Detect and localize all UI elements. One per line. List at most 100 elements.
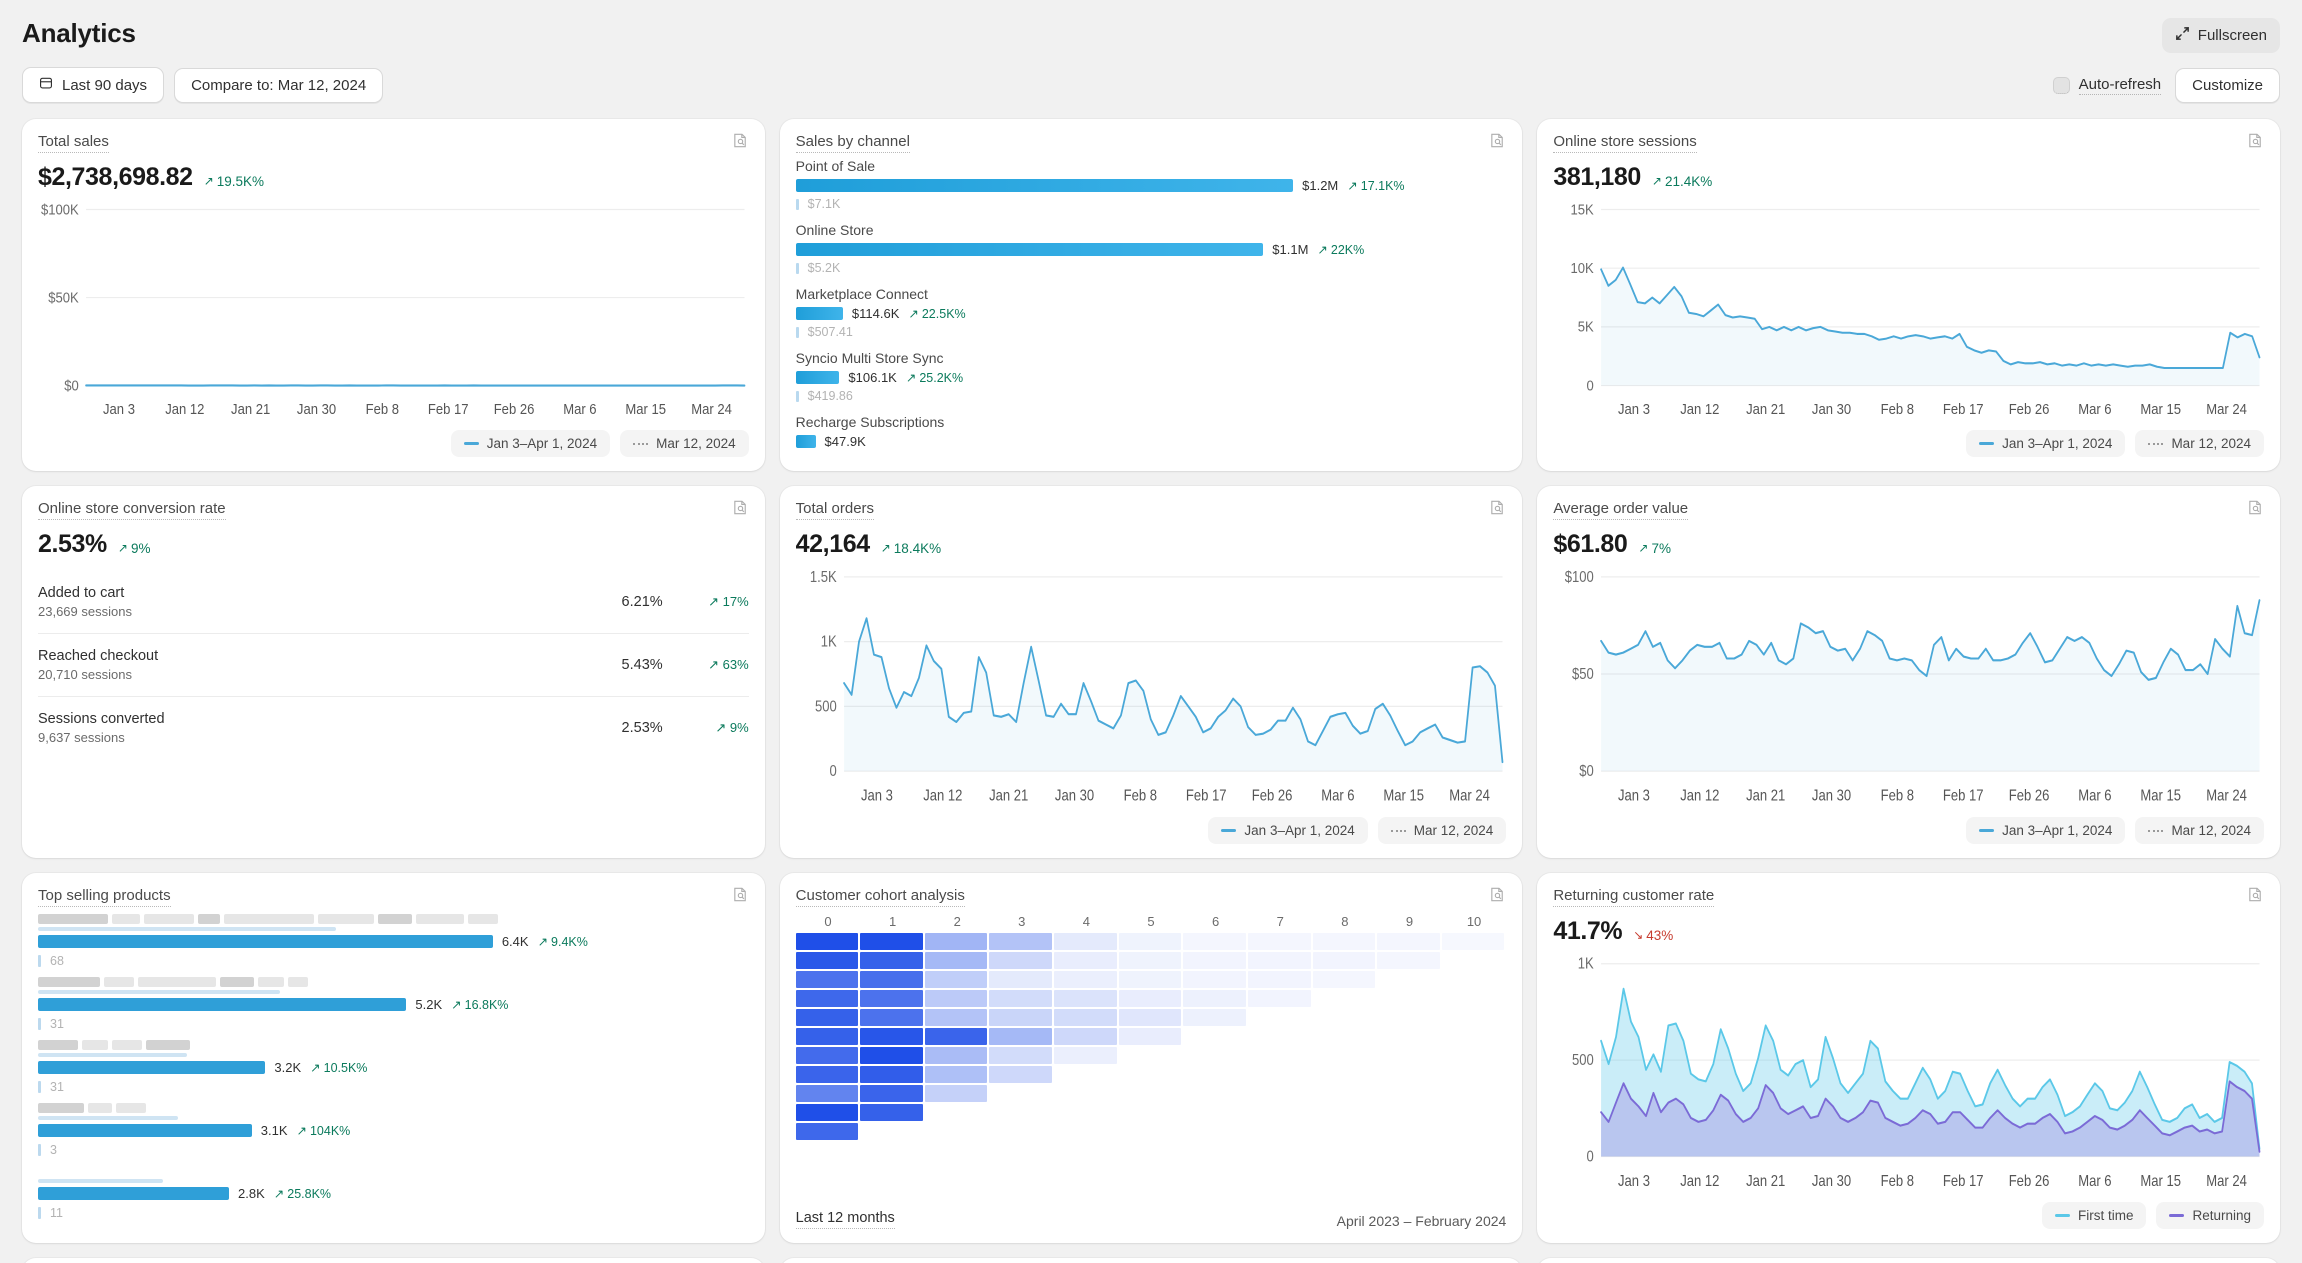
cohort-cell[interactable] <box>1247 952 1311 969</box>
cohort-cell[interactable] <box>1118 1009 1182 1026</box>
cohort-cell[interactable] <box>1183 952 1246 969</box>
cohort-cell[interactable] <box>989 1028 1053 1045</box>
cohort-cell[interactable] <box>795 1085 859 1102</box>
card-title[interactable]: Total sales <box>38 133 109 153</box>
auto-refresh-toggle[interactable]: Auto-refresh <box>2052 76 2162 95</box>
cohort-cell[interactable] <box>989 933 1053 950</box>
cohort-cell[interactable] <box>795 1066 859 1083</box>
card-title[interactable]: Returning customer rate <box>1553 887 1715 907</box>
cohort-cell[interactable] <box>795 1009 859 1026</box>
card-title[interactable]: Sales by channel <box>795 133 910 153</box>
cohort-cell[interactable] <box>924 1009 988 1026</box>
legend-first-time[interactable]: First time <box>2041 1202 2147 1229</box>
cohort-cell[interactable] <box>795 1104 859 1121</box>
cohort-cell[interactable] <box>1118 1028 1182 1045</box>
legend-primary[interactable]: Jan 3–Apr 1, 2024 <box>1966 430 2126 457</box>
cohort-cell[interactable] <box>1054 933 1117 950</box>
cohort-cell[interactable] <box>989 952 1053 969</box>
cohort-cell[interactable] <box>924 1047 988 1064</box>
cohort-cell[interactable] <box>860 1047 923 1064</box>
date-range-picker[interactable]: Last 90 days <box>22 67 165 103</box>
legend-compare[interactable]: Mar 12, 2024 <box>1377 817 1507 844</box>
legend-compare[interactable]: Mar 12, 2024 <box>2135 430 2264 457</box>
cohort-cell[interactable] <box>989 1009 1053 1026</box>
cohort-cell[interactable] <box>860 952 923 969</box>
view-report-icon[interactable] <box>2247 132 2264 154</box>
cohort-cell[interactable] <box>1312 933 1376 950</box>
cohort-cell[interactable] <box>1247 971 1311 988</box>
cohort-cell[interactable] <box>795 990 859 1007</box>
cohort-cell[interactable] <box>1247 990 1311 1007</box>
cohort-cell[interactable] <box>989 990 1053 1007</box>
view-report-icon[interactable] <box>1489 132 1506 154</box>
cohort-cell[interactable] <box>1118 971 1182 988</box>
cohort-cell[interactable] <box>1054 990 1117 1007</box>
view-report-icon[interactable] <box>732 132 749 154</box>
cohort-cell[interactable] <box>795 1028 859 1045</box>
view-report-icon[interactable] <box>732 886 749 908</box>
cohort-cell[interactable] <box>989 971 1053 988</box>
cohort-cell[interactable] <box>1183 971 1246 988</box>
cohort-cell[interactable] <box>924 1028 988 1045</box>
cohort-cell[interactable] <box>860 1066 923 1083</box>
cohort-cell[interactable] <box>795 1123 859 1140</box>
view-report-icon[interactable] <box>732 499 749 521</box>
cohort-cell[interactable] <box>1118 990 1182 1007</box>
cohort-cell[interactable] <box>924 952 988 969</box>
cohort-cell[interactable] <box>924 990 988 1007</box>
cohort-cell[interactable] <box>989 1066 1053 1083</box>
cohort-cell[interactable] <box>1312 952 1376 969</box>
cohort-cell[interactable] <box>1377 933 1440 950</box>
cohort-cell[interactable] <box>795 933 859 950</box>
cohort-cell[interactable] <box>1183 990 1246 1007</box>
legend-primary[interactable]: Jan 3–Apr 1, 2024 <box>1208 817 1368 844</box>
legend-primary[interactable]: Jan 3–Apr 1, 2024 <box>450 430 611 457</box>
card-title[interactable]: Total orders <box>795 500 875 520</box>
cohort-cell[interactable] <box>1054 971 1117 988</box>
cohort-cell[interactable] <box>1312 971 1376 988</box>
cohort-cell[interactable] <box>1118 933 1182 950</box>
card-title[interactable]: Customer cohort analysis <box>795 887 965 907</box>
legend-primary[interactable]: Jan 3–Apr 1, 2024 <box>1966 817 2126 844</box>
card-title[interactable]: Online store conversion rate <box>38 500 226 520</box>
view-report-icon[interactable] <box>2247 499 2264 521</box>
cohort-period-label[interactable]: Last 12 months <box>795 1210 895 1229</box>
legend-returning[interactable]: Returning <box>2156 1202 2264 1229</box>
cohort-cell[interactable] <box>924 1085 988 1102</box>
customize-button[interactable]: Customize <box>2175 67 2280 103</box>
cohort-cell[interactable] <box>860 933 923 950</box>
cohort-cell[interactable] <box>1054 952 1117 969</box>
compare-picker[interactable]: Compare to: Mar 12, 2024 <box>174 67 384 103</box>
cohort-cell[interactable] <box>795 971 859 988</box>
cohort-cell[interactable] <box>924 1066 988 1083</box>
legend-compare[interactable]: Mar 12, 2024 <box>620 430 749 457</box>
cohort-cell[interactable] <box>1183 933 1246 950</box>
view-report-icon[interactable] <box>2247 886 2264 908</box>
cohort-cell[interactable] <box>860 1104 923 1121</box>
cohort-cell[interactable] <box>795 952 859 969</box>
cohort-cell[interactable] <box>795 1047 859 1064</box>
cohort-cell[interactable] <box>989 1047 1053 1064</box>
cohort-cell[interactable] <box>860 990 923 1007</box>
cohort-cell[interactable] <box>1441 933 1505 950</box>
cohort-cell[interactable] <box>1054 1028 1117 1045</box>
cohort-cell[interactable] <box>1054 1009 1117 1026</box>
auto-refresh-checkbox[interactable] <box>2052 76 2070 94</box>
cohort-cell[interactable] <box>924 933 988 950</box>
cohort-cell[interactable] <box>860 971 923 988</box>
cohort-cell[interactable] <box>1183 1009 1246 1026</box>
cohort-cell[interactable] <box>1118 952 1182 969</box>
cohort-cell[interactable] <box>860 1085 923 1102</box>
cohort-cell[interactable] <box>1377 952 1440 969</box>
view-report-icon[interactable] <box>1489 886 1506 908</box>
fullscreen-button[interactable]: Fullscreen <box>2161 18 2280 53</box>
card-title[interactable]: Online store sessions <box>1553 133 1697 153</box>
cohort-cell[interactable] <box>860 1028 923 1045</box>
card-title[interactable]: Average order value <box>1553 500 1689 520</box>
cohort-cell[interactable] <box>1247 933 1311 950</box>
cohort-cell[interactable] <box>924 971 988 988</box>
cohort-cell[interactable] <box>1054 1047 1117 1064</box>
cohort-cell[interactable] <box>860 1009 923 1026</box>
card-title[interactable]: Top selling products <box>38 887 171 907</box>
view-report-icon[interactable] <box>1489 499 1506 521</box>
